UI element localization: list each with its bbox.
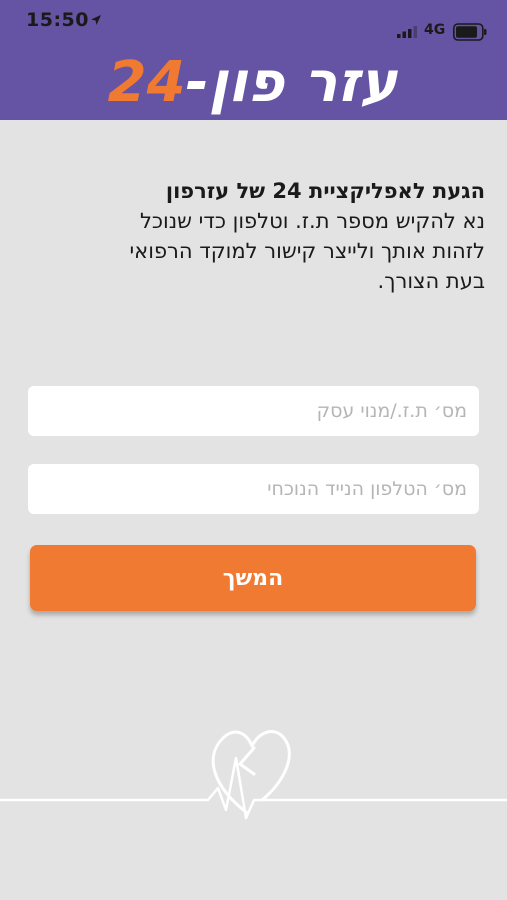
- location-arrow-icon: [91, 15, 101, 25]
- logo-text-hebrew: עזר פון-: [185, 50, 397, 115]
- intro-body: נא להקיש מספר ת.ז. וטלפון כדי שנוכל לזהו…: [129, 209, 485, 293]
- logo-text-number: 24: [107, 50, 186, 115]
- signal-icon: [397, 26, 417, 38]
- phone-number-input[interactable]: [28, 464, 479, 514]
- continue-button[interactable]: המשך: [30, 545, 476, 611]
- battery-icon: [453, 23, 487, 41]
- network-type: 4G: [424, 22, 446, 38]
- app-logo: עזר פון-24: [108, 48, 397, 120]
- id-number-input[interactable]: [28, 386, 479, 436]
- status-time: 15:50: [26, 9, 89, 31]
- app-header: 15:50 4G עזר פון-24: [0, 0, 507, 120]
- intro-title: הגעת לאפליקציית 24 של עזרפון: [165, 179, 485, 203]
- heartbeat-heart-icon: [0, 730, 507, 820]
- intro-section: הגעת לאפליקציית 24 של עזרפון נא להקיש מס…: [45, 176, 485, 296]
- login-screen: 15:50 4G עזר פון-24 הגעת לאפליקציית 24 ש…: [0, 0, 507, 900]
